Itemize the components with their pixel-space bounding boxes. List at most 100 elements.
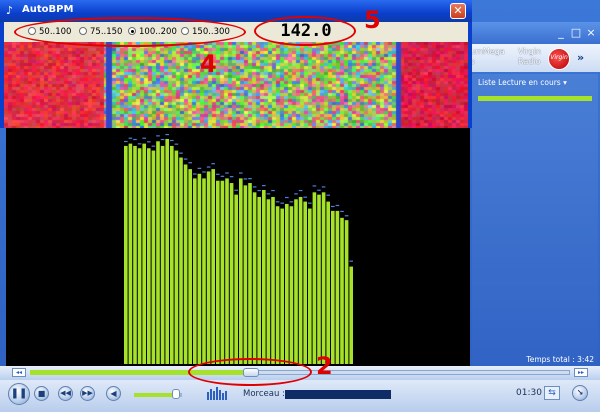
- spectrum-peak: [298, 189, 303, 192]
- spectrum-bar: [275, 206, 280, 364]
- equalizer-icon[interactable]: [206, 386, 228, 400]
- spectrum-bar: [349, 266, 353, 364]
- spectrum-peak: [257, 189, 261, 192]
- spectrum-peak: [234, 189, 238, 191]
- spectrum-bar: [124, 145, 128, 364]
- spectrum-peak: [188, 162, 192, 164]
- volume-level: [134, 393, 172, 397]
- pause-icon: ❚❚: [10, 388, 28, 399]
- mute-button[interactable]: ◀: [106, 386, 121, 401]
- spectrum-peak: [239, 172, 243, 174]
- seek-right-button[interactable]: ▸▸: [574, 368, 588, 377]
- spectrum-peak: [124, 140, 128, 143]
- maximize-button[interactable]: □: [569, 26, 583, 40]
- spectrum-peak: [220, 175, 225, 177]
- spectrum-bar: [174, 150, 179, 364]
- spectrum-peak: [225, 172, 229, 174]
- spectrum-peak: [216, 173, 220, 175]
- switch-view-button[interactable]: ⇆: [544, 386, 560, 400]
- spectrum-peak: [280, 202, 284, 204]
- spectrum-peak: [308, 202, 312, 204]
- spectrum-peak: [147, 141, 151, 143]
- autobpm-title: AutoBPM: [22, 4, 74, 15]
- spectrum-bar: [257, 196, 261, 364]
- spectrum-peak: [326, 194, 330, 196]
- spectrum-bar: [193, 178, 197, 364]
- seek-left-button[interactable]: ◂◂: [12, 368, 26, 377]
- next-button[interactable]: ▶▶: [80, 386, 95, 401]
- spectrum-peak: [248, 178, 252, 180]
- spectrum-bar: [183, 164, 188, 364]
- spectrum-peak: [160, 138, 165, 141]
- annotation-number-4: 4: [200, 50, 217, 78]
- tab-radio[interactable]: Radio: [518, 57, 540, 67]
- tab-ummega[interactable]: umMega: [470, 47, 505, 57]
- chevron-down-icon: ▾: [563, 78, 567, 87]
- annotation-number-5: 5: [364, 6, 381, 34]
- spectrum-bar: [262, 190, 266, 364]
- spectrum-bar: [170, 145, 174, 364]
- stop-button[interactable]: ■: [34, 386, 49, 401]
- spectrum-peak: [156, 135, 160, 137]
- spectrum-peak: [289, 201, 294, 203]
- spectrum-bar: [294, 199, 298, 364]
- spectrum-peak: [179, 152, 183, 154]
- spectrum-bar: [239, 178, 243, 364]
- spectrum-peak: [344, 215, 349, 217]
- spectrum-peak: [197, 167, 202, 169]
- virgin-logo-text: Virgin: [550, 54, 568, 61]
- minimize-button[interactable]: _: [554, 26, 568, 40]
- spectrum-bar: [340, 217, 344, 364]
- spectrum-peak: [252, 186, 257, 188]
- spectrum-peak: [294, 193, 298, 195]
- spectrum-bar: [165, 138, 169, 364]
- spectrum-bar: [308, 208, 312, 364]
- previous-button[interactable]: ◀◀: [58, 386, 73, 401]
- annotation-ellipse-seek: [188, 358, 312, 386]
- spectrum-peak: [170, 139, 174, 142]
- more-tabs-icon[interactable]: »: [577, 51, 584, 64]
- spectrum-peak: [128, 137, 133, 139]
- spectrum-peak: [174, 143, 179, 145]
- spectrum-bar: [179, 157, 183, 364]
- spectrum-peak: [271, 189, 275, 192]
- pause-button[interactable]: ❚❚: [8, 383, 30, 405]
- spectrum-bar: [197, 173, 202, 364]
- spectrum-bar: [220, 180, 225, 364]
- spectrum-bar: [160, 145, 165, 364]
- beat-spectrogram: [4, 42, 468, 128]
- annotation-number-2: 2: [316, 352, 333, 380]
- app-icon: ♪: [6, 4, 14, 17]
- volume-handle[interactable]: [172, 389, 180, 399]
- compact-mode-button[interactable]: ↘: [572, 385, 588, 401]
- spectrum-bar: [128, 143, 133, 364]
- spectrum-peak: [266, 193, 271, 195]
- spectrum-peak: [211, 163, 215, 165]
- spectrum-bar: [142, 143, 146, 364]
- spectrum-bar: [289, 206, 294, 364]
- close-button[interactable]: ✕: [450, 3, 466, 19]
- spectrum-peak: [303, 196, 307, 198]
- spectrum-bar: [303, 201, 307, 364]
- playlist-dropdown[interactable]: Liste Lecture en cours ▾: [474, 76, 598, 90]
- spectrum-bar: [285, 203, 289, 364]
- speaker-icon: ◀: [110, 389, 117, 398]
- tab-virgin[interactable]: Virgin: [518, 47, 541, 57]
- spectrum-bar: [151, 150, 156, 364]
- spectrum-bar: [271, 196, 275, 364]
- next-icon: ▶▶: [82, 389, 93, 397]
- spectrum-bar: [156, 141, 160, 364]
- spectrum-peak: [321, 186, 326, 188]
- spectrum-peak: [349, 260, 353, 262]
- spectrum-peak: [312, 185, 317, 187]
- spectrum-peak: [206, 166, 211, 168]
- playlist-item-selected[interactable]: [478, 96, 592, 101]
- spectrum-bar: [133, 145, 137, 364]
- spectrum-peak: [151, 145, 156, 147]
- annotation-ellipse-ranges: [14, 17, 246, 47]
- spectrum-bar: [225, 178, 229, 364]
- close-window-button[interactable]: ×: [584, 26, 598, 40]
- spectrum-bar: [248, 183, 252, 364]
- spectrum-peak: [133, 138, 137, 141]
- spectrum-bar: [298, 196, 303, 364]
